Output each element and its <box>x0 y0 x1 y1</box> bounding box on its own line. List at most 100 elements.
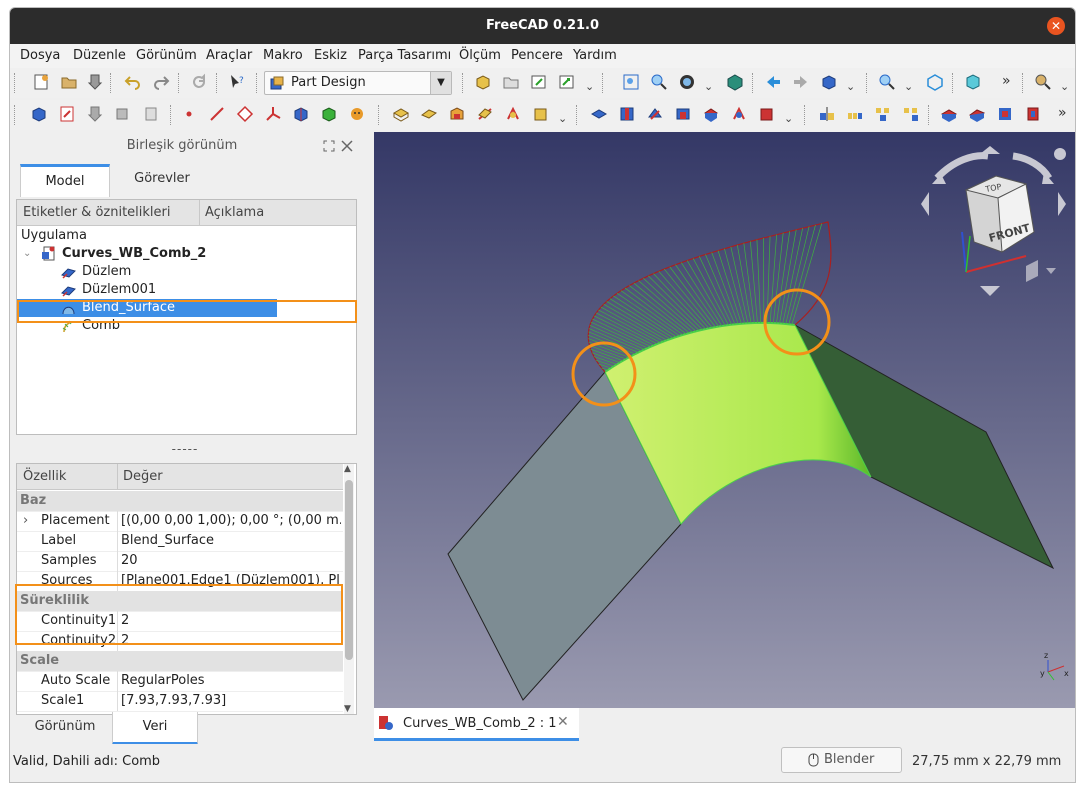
chamfer-icon[interactable] <box>968 105 986 123</box>
menu-help[interactable]: Yardım <box>573 48 617 63</box>
datum-plane-icon[interactable] <box>236 105 254 123</box>
navigation-style-button[interactable]: Blender <box>781 747 902 773</box>
copy-icon[interactable] <box>142 105 160 123</box>
tab-data[interactable]: Veri <box>112 712 198 745</box>
subshape-binder-icon[interactable] <box>320 105 338 123</box>
body-icon[interactable] <box>30 105 48 123</box>
chevron-down-icon[interactable]: ⌄ <box>904 80 913 93</box>
zoom-icon[interactable] <box>878 73 896 91</box>
groove-icon[interactable] <box>646 105 664 123</box>
cube-view-icon[interactable] <box>964 73 982 91</box>
chevron-down-icon[interactable]: ⌄ <box>704 80 713 93</box>
draft-icon[interactable] <box>996 105 1014 123</box>
menu-window[interactable]: Pencere <box>511 48 563 63</box>
3d-viewport[interactable]: TOP FRONT z y x <box>374 132 1075 708</box>
fit-all-icon[interactable] <box>622 73 640 91</box>
additive-box-icon[interactable] <box>532 105 550 123</box>
datum-line-icon[interactable] <box>208 105 226 123</box>
additive-pipe-icon[interactable] <box>476 105 494 123</box>
subtractive-loft-icon[interactable] <box>674 105 692 123</box>
property-samples[interactable]: Samples 20 <box>17 551 343 572</box>
back-arrow-icon[interactable] <box>764 73 782 91</box>
link-group-icon[interactable] <box>558 73 576 91</box>
subtractive-pipe-icon[interactable] <box>702 105 720 123</box>
property-header-name[interactable]: Özellik <box>23 469 66 484</box>
mirrored-icon[interactable] <box>818 105 836 123</box>
property-auto-scale[interactable]: Auto Scale RegularPoles <box>17 671 343 692</box>
menu-file[interactable]: Dosya <box>20 48 60 63</box>
close-tab-icon[interactable]: ✕ <box>557 714 569 730</box>
fit-selection-icon[interactable] <box>650 73 668 91</box>
menu-edit[interactable]: Düzenle <box>73 48 126 63</box>
float-panel-icon[interactable] <box>323 140 335 152</box>
nav-menu-icon[interactable] <box>1054 148 1066 160</box>
additive-helix-icon[interactable] <box>504 105 522 123</box>
create-body-icon[interactable] <box>474 73 492 91</box>
close-panel-icon[interactable] <box>341 140 353 152</box>
new-document-icon[interactable] <box>32 73 50 91</box>
import-icon[interactable] <box>86 105 104 123</box>
additive-loft-icon[interactable] <box>448 105 466 123</box>
chevron-down-icon[interactable]: ⌄ <box>585 80 594 93</box>
multi-transform-icon[interactable] <box>902 105 920 123</box>
property-label[interactable]: Label Blend_Surface <box>17 531 343 552</box>
measure-icon[interactable] <box>1034 73 1052 91</box>
chevron-down-icon[interactable]: ⌄ <box>558 112 567 125</box>
save-icon[interactable] <box>86 73 104 91</box>
toolbar-overflow[interactable]: » <box>1002 73 1011 89</box>
tab-view[interactable]: Görünüm <box>20 712 110 742</box>
menu-measure[interactable]: Ölçüm <box>459 48 501 63</box>
forward-arrow-icon[interactable] <box>792 73 810 91</box>
thickness-icon[interactable] <box>1024 105 1042 123</box>
datum-point-icon[interactable] <box>180 105 198 123</box>
pocket-icon[interactable] <box>590 105 608 123</box>
property-scale1[interactable]: Scale1 [7.93,7.93,7.93] <box>17 691 343 712</box>
menu-tools[interactable]: Araçlar <box>206 48 252 63</box>
property-header-value[interactable]: Değer <box>123 469 163 484</box>
redo-icon[interactable] <box>152 73 170 91</box>
revolution-icon[interactable] <box>420 105 438 123</box>
refresh-icon[interactable] <box>190 73 208 91</box>
property-scrollbar[interactable]: ▲ ▼ <box>344 464 354 714</box>
chevron-down-icon[interactable]: ⌄ <box>846 80 855 93</box>
close-window-button[interactable]: ✕ <box>1047 17 1065 35</box>
document-tab[interactable]: Curves_WB_Comb_2 : 1 ✕ <box>374 708 579 741</box>
tab-tasks[interactable]: Görevler <box>112 164 212 194</box>
tree-item-plane[interactable]: Düzlem <box>17 263 347 281</box>
polar-pattern-icon[interactable] <box>874 105 892 123</box>
tab-model[interactable]: Model <box>20 164 110 197</box>
workbench-selector[interactable]: Part Design ▼ <box>264 71 452 95</box>
open-folder-icon[interactable] <box>60 73 78 91</box>
local-cs-icon[interactable] <box>264 105 282 123</box>
isometric-view-icon[interactable] <box>726 73 744 91</box>
linear-pattern-icon[interactable] <box>846 105 864 123</box>
create-part-icon[interactable] <box>502 73 520 91</box>
tree-document[interactable]: ⌄ Curves_WB_Comb_2 <box>21 245 351 263</box>
subtractive-box-icon[interactable] <box>758 105 776 123</box>
fillet-icon[interactable] <box>940 105 958 123</box>
menu-macro[interactable]: Makro <box>263 48 303 63</box>
scroll-up-icon[interactable]: ▲ <box>344 464 351 474</box>
chevron-down-icon[interactable]: ⌄ <box>1060 80 1069 93</box>
new-sketch-icon[interactable] <box>58 105 76 123</box>
tree-item-plane001[interactable]: Düzlem001 <box>17 281 347 299</box>
menu-part-design[interactable]: Parça Tasarımı <box>358 48 451 63</box>
draw-style-icon[interactable] <box>678 73 696 91</box>
toolbar-overflow[interactable]: » <box>1058 105 1067 121</box>
splitter-handle[interactable]: ----- <box>10 442 360 456</box>
bounding-box-icon[interactable] <box>926 73 944 91</box>
link-actions-icon[interactable] <box>530 73 548 91</box>
scrollbar-thumb[interactable] <box>345 480 353 660</box>
menu-sketch[interactable]: Eskiz <box>314 48 347 63</box>
whats-this-icon[interactable]: ? <box>228 73 246 91</box>
tree-header-labels[interactable]: Etiketler & öznitelikleri <box>23 205 170 220</box>
shape-binder-icon[interactable] <box>292 105 310 123</box>
chevron-down-icon[interactable]: ⌄ <box>784 112 793 125</box>
box-view-icon[interactable] <box>820 73 838 91</box>
clone-icon[interactable] <box>114 105 132 123</box>
clone-body-icon[interactable] <box>348 105 366 123</box>
hole-icon[interactable] <box>618 105 636 123</box>
tree-header-description[interactable]: Açıklama <box>205 205 264 220</box>
chevron-down-icon[interactable]: ⌄ <box>23 245 31 263</box>
menu-view[interactable]: Görünüm <box>136 48 197 63</box>
